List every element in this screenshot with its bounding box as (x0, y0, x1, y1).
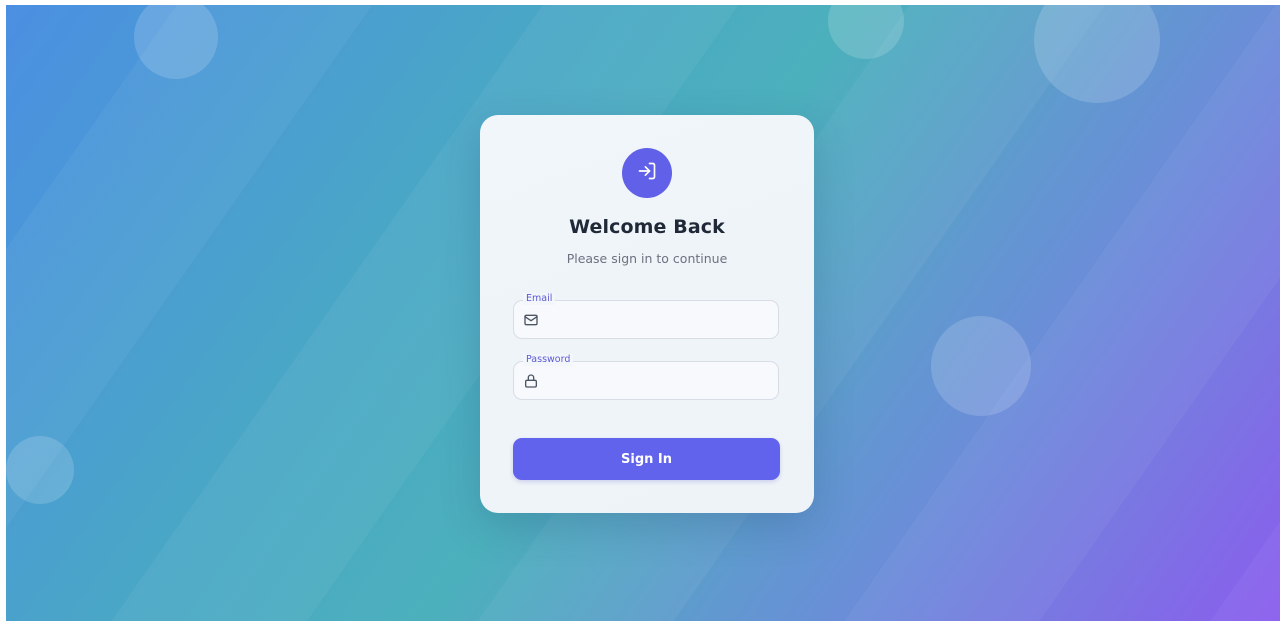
decorative-bubble (134, 5, 218, 79)
decorative-bubble (931, 316, 1031, 416)
sign-in-button[interactable]: Sign In (513, 438, 780, 480)
page-subtitle: Please sign in to continue (566, 251, 728, 266)
decorative-bubble (828, 5, 904, 59)
page-title: Welcome Back (569, 216, 725, 238)
mail-icon (523, 312, 539, 328)
password-label: Password (523, 354, 574, 366)
sign-in-icon (637, 161, 657, 185)
login-page-background: Welcome Back Please sign in to continue … (6, 5, 1280, 621)
email-input[interactable] (548, 309, 770, 331)
password-field[interactable]: Password (513, 354, 779, 400)
email-label: Email (523, 293, 556, 305)
lock-icon (523, 373, 539, 389)
logo-badge (622, 148, 672, 198)
login-card: Welcome Back Please sign in to continue … (480, 115, 814, 513)
email-field[interactable]: Email (513, 293, 779, 339)
decorative-bubble (1034, 5, 1160, 103)
password-input[interactable] (548, 370, 770, 392)
decorative-bubble (6, 436, 74, 504)
